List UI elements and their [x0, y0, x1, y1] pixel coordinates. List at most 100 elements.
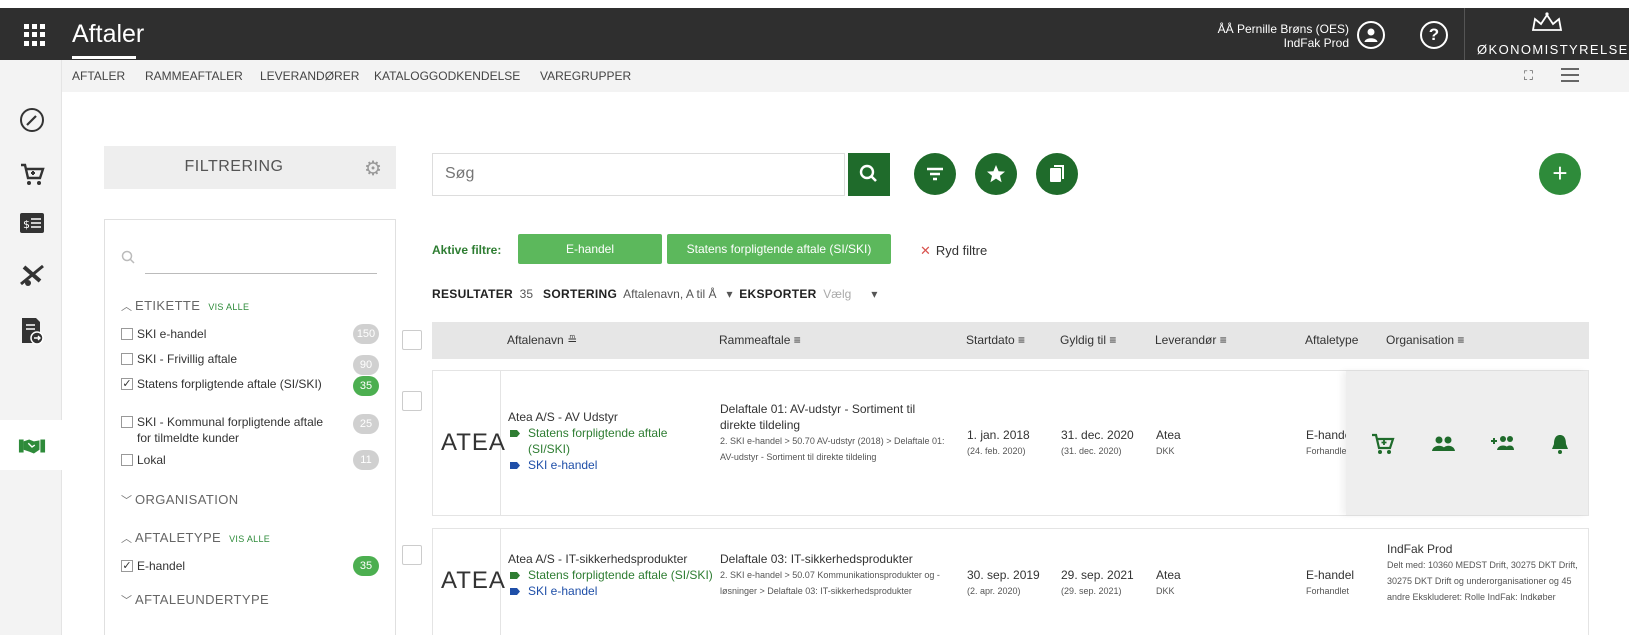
user-profile-icon[interactable]: [1357, 21, 1385, 49]
supplier-cell: Atea DKK: [1156, 567, 1181, 599]
supplier-cell: Atea DKK: [1156, 427, 1181, 459]
agreements-handshake-icon[interactable]: [18, 432, 46, 460]
row-select-checkbox[interactable]: [402, 391, 422, 411]
vis-alle-etikette-link[interactable]: VIS ALLE: [208, 302, 249, 312]
agreement-name[interactable]: Atea A/S - AV Udstyr: [508, 409, 703, 425]
active-filter-chip-ehandel[interactable]: E-handel: [518, 234, 662, 264]
checkbox[interactable]: [121, 328, 133, 340]
tab-leverandoerer[interactable]: LEVERANDØRER: [260, 69, 359, 83]
supplier: Atea: [1156, 428, 1181, 442]
environment-name: IndFak Prod: [1283, 36, 1349, 50]
export-label: EKSPORTER: [739, 287, 817, 301]
row-select-checkbox[interactable]: [402, 545, 422, 565]
filter-option-label: SKI e-handel: [137, 327, 207, 341]
section-organisation-label: ORGANISATION: [135, 492, 239, 507]
search-box: [432, 153, 845, 196]
tag-ski-ehandel: SKI e-handel: [508, 457, 703, 473]
search-button[interactable]: [848, 153, 890, 196]
user-info[interactable]: ÅÅ Pernille Brøns (OES) IndFak Prod: [1218, 22, 1349, 50]
tab-aftaler[interactable]: AFTALER: [72, 69, 125, 83]
invoice-list-icon[interactable]: $: [18, 209, 46, 237]
tag-ski-ehandel: SKI e-handel: [508, 583, 718, 599]
add-users-icon[interactable]: [1490, 433, 1514, 455]
column-header-label: Rammeaftale: [719, 333, 791, 347]
user-name: ÅÅ Pernille Brøns (OES): [1217, 22, 1349, 36]
dashboard-gauge-icon[interactable]: [18, 106, 46, 134]
valid-until-sub: (29. sep. 2021): [1061, 586, 1122, 596]
chevron-down-icon[interactable]: ▾: [727, 287, 733, 301]
favorites-button[interactable]: [975, 153, 1017, 195]
tab-varegrupper[interactable]: VAREGRUPPER: [540, 69, 631, 83]
column-header-start[interactable]: Startdato ≡: [966, 333, 1025, 347]
app-grid-icon[interactable]: [24, 24, 46, 46]
crown-logo-icon: [1531, 12, 1563, 31]
valid-until-cell: 31. dec. 2020 (31. dec. 2020): [1061, 427, 1134, 459]
column-header-label: Startdato: [966, 333, 1015, 347]
checkbox[interactable]: [121, 416, 133, 428]
vis-alle-aftaletype-link[interactable]: VIS ALLE: [229, 534, 270, 544]
bell-icon[interactable]: [1548, 433, 1572, 455]
column-header-framework[interactable]: Rammeaftale ≡: [719, 333, 801, 347]
column-header-type[interactable]: Aftaletype: [1305, 333, 1358, 347]
table-row[interactable]: ATEA Atea A/S - AV Udstyr Statens forpli…: [432, 370, 1589, 516]
travel-plane-icon[interactable]: [18, 261, 46, 289]
export-select[interactable]: Vælg: [823, 287, 851, 301]
section-organisation[interactable]: ﹀ ORGANISATION: [121, 492, 239, 508]
search-icon: [121, 250, 135, 264]
checkbox-checked[interactable]: ✓: [121, 560, 133, 572]
app-title: Aftaler: [72, 20, 145, 48]
search-icon: [859, 164, 877, 182]
filter-title: FILTRERING: [184, 158, 284, 175]
tab-rammeaftaler[interactable]: RAMMEAFTALER: [145, 69, 243, 83]
table-row[interactable]: ATEA Atea A/S - IT-sikkerhedsprodukter S…: [432, 528, 1589, 635]
sort-select[interactable]: Aftalenavn, A til Å: [623, 287, 716, 301]
help-icon[interactable]: ?: [1420, 21, 1448, 49]
section-etikette[interactable]: ︿ ETIKETTE VIS ALLE: [121, 298, 249, 314]
shopping-cart-icon[interactable]: [18, 160, 46, 188]
filter-search-input[interactable]: [145, 273, 377, 274]
chevron-down-icon[interactable]: ▾: [871, 287, 877, 301]
checkbox[interactable]: [121, 454, 133, 466]
column-header-supplier[interactable]: Leverandør ≡: [1155, 333, 1227, 347]
column-header-valid[interactable]: Gyldig til ≡: [1060, 333, 1116, 347]
framework-cell: Delaftale 01: AV-udstyr - Sortiment til …: [720, 401, 945, 465]
hamburger-menu-icon[interactable]: [1561, 68, 1579, 82]
framework-cell: Delaftale 03: IT-sikkerhedsprodukter 2. …: [720, 551, 945, 599]
tab-kataloggodkendelse[interactable]: KATALOGGODKENDELSE: [374, 69, 520, 83]
clear-filters-link[interactable]: ✕ Ryd filtre: [920, 243, 987, 259]
menu-lines-icon: ≡: [1018, 333, 1026, 347]
fullscreen-icon[interactable]: ⛶: [1524, 68, 1533, 84]
search-input[interactable]: [433, 154, 823, 194]
agreement-name[interactable]: Atea A/S - IT-sikkerhedsprodukter: [508, 551, 718, 567]
filter-header: FILTRERING ⚙: [104, 146, 396, 189]
chevron-down-icon: ﹀: [121, 595, 133, 607]
tag-statens-forpligtende: Statens forpligtende aftale (SI/SKI): [508, 567, 718, 583]
select-all-checkbox[interactable]: [402, 330, 422, 350]
copy-button[interactable]: [1036, 153, 1078, 195]
filter-option-label: SKI - Frivillig aftale: [137, 352, 238, 366]
count-badge: 11: [353, 450, 379, 470]
users-group-icon[interactable]: [1431, 433, 1455, 455]
column-header-name[interactable]: Aftalenavn ≞: [507, 333, 577, 347]
supplier-logo-cell: ATEA: [433, 371, 505, 515]
section-aftaletype[interactable]: ︿ AFTALETYPE VIS ALLE: [121, 530, 270, 546]
table-header: Aftalenavn ≞ Rammeaftale ≡ Startdato ≡ G…: [432, 322, 1589, 359]
checkbox[interactable]: [121, 353, 133, 365]
start-date: 30. sep. 2019: [967, 568, 1040, 582]
filter-toggle-button[interactable]: [914, 153, 956, 195]
column-header-label: Gyldig til: [1060, 333, 1107, 347]
add-to-cart-icon[interactable]: [1371, 433, 1395, 455]
add-agreement-button[interactable]: +: [1539, 153, 1581, 195]
gear-icon[interactable]: ⚙: [364, 156, 382, 181]
document-export-icon[interactable]: [18, 317, 46, 345]
results-label: RESULTATER: [432, 287, 513, 301]
start-date-cell: 30. sep. 2019 (2. apr. 2020): [967, 567, 1040, 599]
active-filter-chip-statens[interactable]: Statens forpligtende aftale (SI/SKI): [667, 234, 891, 264]
checkbox-checked[interactable]: ✓: [121, 378, 133, 390]
filter-option-label: Statens forpligtende aftale (SI/SKI): [137, 377, 322, 391]
currency: DKK: [1156, 446, 1175, 456]
count-badge: 25: [353, 414, 379, 434]
agreement-subtype: Forhandlet: [1306, 586, 1350, 596]
section-aftaleundertype[interactable]: ﹀ AFTALEUNDERTYPE: [121, 592, 269, 608]
column-header-org[interactable]: Organisation ≡: [1386, 333, 1464, 347]
